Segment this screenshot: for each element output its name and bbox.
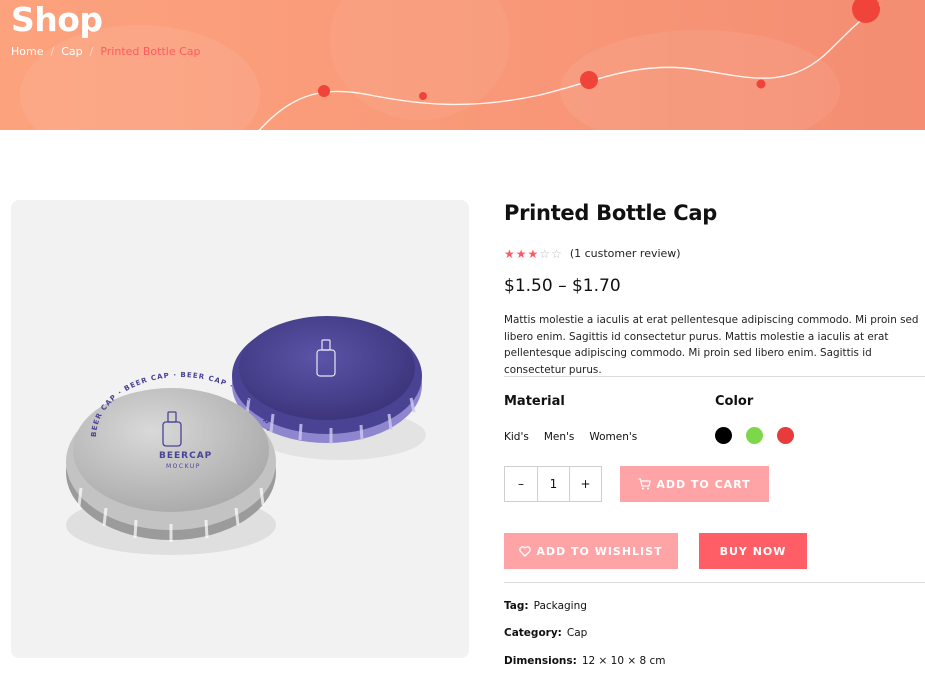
buy-now-button[interactable]: BUY NOW — [699, 533, 807, 569]
product-price: $1.50 – $1.70 — [504, 276, 621, 296]
color-swatch-green[interactable] — [746, 427, 763, 444]
customer-review-link[interactable]: (1 customer review) — [570, 247, 681, 260]
quantity-decrease-button[interactable]: – — [505, 467, 537, 501]
star-empty-icon: ☆ — [551, 246, 562, 261]
color-swatch-red[interactable] — [777, 427, 794, 444]
quantity-stepper: – 1 + — [504, 466, 602, 502]
quantity-increase-button[interactable]: + — [569, 467, 601, 501]
breadcrumb-home-link[interactable]: Home — [11, 45, 43, 58]
add-to-cart-button[interactable]: ADD TO CART — [620, 466, 769, 502]
product-image[interactable]: BEER CAP · BEER CAP · BEER CAP · BEER CA… — [11, 200, 469, 658]
color-options — [715, 427, 794, 444]
cap-brand-text: BEERCAP — [159, 451, 212, 461]
star-empty-icon: ☆ — [539, 246, 551, 261]
material-option-mens[interactable]: Men's — [544, 431, 575, 443]
material-option-womens[interactable]: Women's — [589, 431, 637, 443]
color-swatch-black[interactable] — [715, 427, 732, 444]
material-options: Kid's Men's Women's — [504, 431, 637, 443]
product-description: Mattis molestie a iaculis at erat pellen… — [504, 314, 919, 376]
add-to-cart-label: ADD TO CART — [656, 477, 751, 491]
tag-label: Tag: — [504, 600, 529, 612]
page-title: Shop — [11, 0, 103, 39]
meta-tag: Tag: Packaging — [504, 600, 587, 612]
star-filled-icon: ★ — [504, 246, 515, 261]
breadcrumb-current: Printed Bottle Cap — [100, 45, 201, 58]
quantity-input[interactable]: 1 — [537, 467, 569, 501]
meta-category: Category: Cap — [504, 627, 587, 639]
breadcrumb: Home / Cap / Printed Bottle Cap — [11, 45, 201, 58]
divider — [504, 376, 925, 377]
product-rating: ★ ★ ★ ☆ ☆ (1 customer review) — [504, 247, 681, 260]
material-label: Material — [504, 394, 565, 409]
color-label: Color — [715, 394, 754, 409]
star-filled-icon: ★ — [527, 246, 539, 261]
dimensions-label: Dimensions: — [504, 655, 577, 667]
buy-now-label: BUY NOW — [719, 544, 787, 558]
hero-decoration — [20, 0, 881, 130]
breadcrumb-separator: / — [50, 45, 55, 58]
material-option-kids[interactable]: Kid's — [504, 431, 529, 443]
cap-mockup-text: MOCKUP — [166, 463, 201, 470]
star-filled-icon: ★ — [515, 246, 527, 261]
category-label: Category: — [504, 627, 562, 639]
product-title: Printed Bottle Cap — [504, 201, 717, 225]
meta-dimensions: Dimensions: 12 × 10 × 8 cm — [504, 655, 666, 667]
divider — [504, 582, 925, 583]
add-to-wishlist-button[interactable]: ADD TO WISHLIST — [504, 533, 678, 569]
heart-icon — [519, 545, 532, 557]
tag-link[interactable]: Packaging — [534, 600, 587, 612]
dimensions-value: 12 × 10 × 8 cm — [581, 655, 666, 667]
breadcrumb-separator: / — [89, 45, 94, 58]
bottle-caps-illustration: BEER CAP · BEER CAP · BEER CAP · BEER CA… — [66, 316, 426, 555]
star-rating: ★ ★ ★ ☆ ☆ — [504, 248, 562, 260]
page-hero-banner: Shop Home / Cap / Printed Bottle Cap — [0, 0, 925, 130]
breadcrumb-cap-link[interactable]: Cap — [61, 45, 82, 58]
add-to-wishlist-label: ADD TO WISHLIST — [536, 544, 663, 558]
category-link[interactable]: Cap — [567, 627, 587, 639]
cart-icon — [638, 478, 652, 490]
